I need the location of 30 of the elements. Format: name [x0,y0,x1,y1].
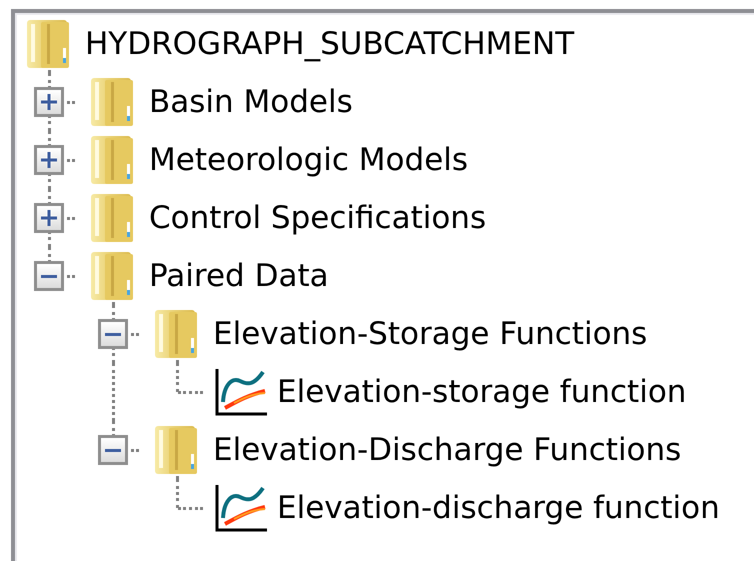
tree-item[interactable]: Basin Models [149,78,353,126]
tree-item[interactable]: HYDROGRAPH_SUBCATCHMENT [85,20,574,68]
tree-item[interactable]: Elevation-Discharge Functions [213,426,682,474]
collapse-button[interactable] [98,435,128,465]
plus-icon [41,210,57,226]
folder-icon [91,134,135,186]
tree-item[interactable]: Paired Data [149,252,329,300]
minus-icon [105,332,121,336]
folder-icon [91,76,135,128]
tree-item[interactable]: Elevation-Storage Functions [213,310,648,358]
expand-button[interactable] [34,87,64,117]
minus-icon [41,274,57,278]
folder-icon [155,424,199,476]
folder-icon [91,192,135,244]
minus-icon [105,448,121,452]
expand-button[interactable] [34,203,64,233]
collapse-button[interactable] [34,261,64,291]
folder-icon [91,250,135,302]
tree-item[interactable]: Elevation-storage function [277,368,686,416]
folder-icon [155,308,199,360]
chart-icon [214,367,268,417]
plus-icon [41,94,57,110]
chart-icon [214,483,268,533]
tree-item[interactable]: Elevation-discharge function [277,484,720,532]
folder-icon [27,18,71,70]
plus-icon [41,152,57,168]
collapse-button[interactable] [98,319,128,349]
tree-item[interactable]: Meteorologic Models [149,136,468,184]
expand-button[interactable] [34,145,64,175]
tree-item[interactable]: Control Specifications [149,194,486,242]
